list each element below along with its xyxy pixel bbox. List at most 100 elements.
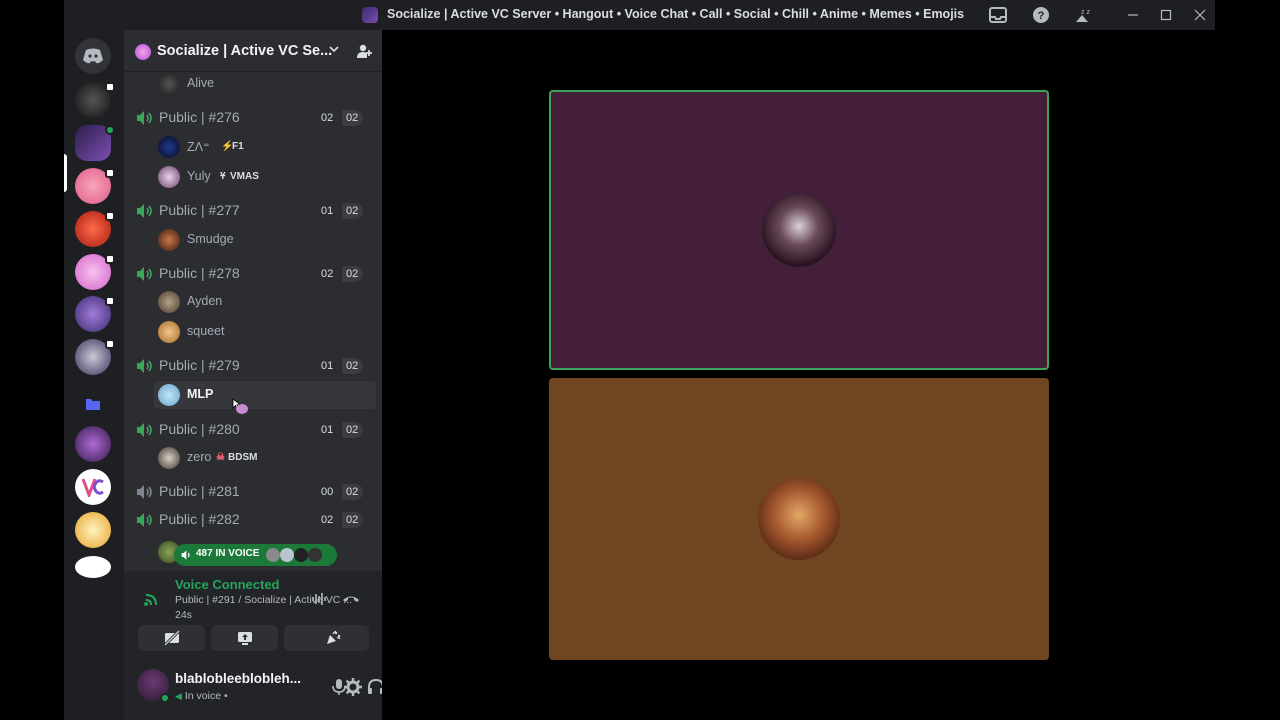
- server-list: [64, 30, 124, 720]
- cursor-highlight: [236, 404, 248, 414]
- member-tag: BDSM: [228, 452, 258, 463]
- user-limit: 02: [342, 266, 364, 282]
- folder-icon[interactable]: [75, 386, 111, 422]
- participant-tile-speaking[interactable]: [549, 90, 1049, 370]
- soundboard-button[interactable]: [299, 625, 366, 651]
- share-screen-button[interactable]: [211, 625, 278, 651]
- server-icon-socialize[interactable]: [75, 125, 115, 161]
- server-icon[interactable]: [75, 296, 115, 332]
- server-icon[interactable]: [75, 168, 115, 204]
- guild-header[interactable]: Socialize | Active VC Se...: [124, 30, 382, 72]
- member-tag: F1: [232, 141, 244, 152]
- discord-window: Socialize | Active VC Server • Hangout •…: [64, 0, 1215, 720]
- voice-channel[interactable]: Public | #279 01 02: [132, 354, 372, 378]
- settings-button[interactable]: [341, 675, 365, 699]
- username[interactable]: blablobleeblobleh...: [175, 671, 301, 686]
- voice-member[interactable]: MLP: [154, 381, 376, 409]
- speaker-icon: [137, 111, 152, 125]
- member-name: Ayden: [187, 294, 223, 308]
- voice-member[interactable]: zero ☠ BDSM: [158, 444, 376, 472]
- server-icon[interactable]: [75, 211, 115, 247]
- participant-avatar: [758, 478, 840, 560]
- add-member-icon[interactable]: [355, 42, 373, 60]
- user-count: 01: [321, 205, 334, 217]
- server-icon[interactable]: [75, 339, 115, 375]
- user-limit: 02: [342, 203, 364, 219]
- voice-channel[interactable]: Public | #281 00 02: [132, 480, 372, 504]
- soundboard-icon: [326, 630, 341, 644]
- speaker-icon: [181, 550, 190, 560]
- user-count: 01: [321, 424, 334, 436]
- svg-text:z z: z z: [1081, 9, 1090, 16]
- avatar: [158, 136, 180, 158]
- user-limit: 02: [342, 422, 364, 438]
- avatar: [158, 447, 180, 469]
- voice-member[interactable]: ZΛ⁼ ⚡ F1: [158, 133, 376, 161]
- title-bar: Socialize | Active VC Server • Hangout •…: [64, 0, 1215, 30]
- user-count: 02: [321, 268, 334, 280]
- voice-member[interactable]: squeet: [158, 318, 376, 346]
- participant-avatar: [762, 193, 836, 267]
- member-name: Yuly: [187, 169, 211, 183]
- user-limit: 02: [342, 484, 364, 500]
- user-count: 02: [321, 514, 334, 526]
- voice-member[interactable]: Smudge: [158, 226, 376, 254]
- channel-name: Public | #279: [159, 357, 240, 373]
- avatar: [158, 229, 180, 251]
- minimize-icon[interactable]: [1122, 5, 1144, 25]
- camera-off-button[interactable]: [138, 625, 205, 651]
- guild-badge-icon: [135, 44, 151, 60]
- speaker-icon: [137, 423, 152, 437]
- signal-icon[interactable]: [144, 591, 160, 607]
- user-activity: ◀ In voice •: [175, 690, 228, 702]
- guild-tag-icon: Ұ: [220, 171, 226, 182]
- voice-channel[interactable]: Public | #277 01 02: [132, 199, 372, 223]
- voice-member[interactable]: Yuly Ұ VMAS: [158, 163, 376, 191]
- server-icon-reddit[interactable]: [75, 556, 111, 578]
- server-icon: [362, 7, 378, 23]
- voice-member[interactable]: Ayden: [158, 288, 376, 316]
- gear-icon: [344, 678, 362, 696]
- channel-name: Public | #281: [159, 483, 240, 499]
- user-count: 00: [321, 486, 334, 498]
- discord-home-icon[interactable]: [75, 38, 111, 74]
- member-name: ZΛ⁼: [187, 140, 210, 154]
- noise-suppression-icon[interactable]: [311, 591, 327, 607]
- server-icon[interactable]: [75, 512, 111, 548]
- online-status-icon: [160, 693, 170, 703]
- inbox-icon[interactable]: [987, 5, 1009, 25]
- avatar: [158, 166, 180, 188]
- avatar: [158, 73, 180, 95]
- voice-member[interactable]: Alive: [158, 70, 376, 98]
- chevron-down-icon[interactable]: [329, 41, 339, 56]
- user-count: 02: [321, 112, 334, 124]
- in-voice-count: 487 IN VOICE: [196, 548, 260, 559]
- in-voice-pill[interactable]: 487 IN VOICE: [174, 544, 337, 566]
- disconnect-icon[interactable]: [342, 591, 360, 607]
- sleep-icon[interactable]: z z: [1071, 5, 1093, 25]
- help-icon[interactable]: ?: [1030, 5, 1052, 25]
- avatar: [158, 291, 180, 313]
- maximize-icon[interactable]: [1155, 5, 1177, 25]
- user-limit: 02: [342, 110, 364, 126]
- server-icon-vc[interactable]: [75, 469, 111, 505]
- avatar: [266, 548, 280, 562]
- speaker-icon: [137, 267, 152, 281]
- participant-tile[interactable]: [549, 378, 1049, 660]
- server-icon[interactable]: [75, 426, 111, 462]
- voice-channel[interactable]: Public | #280 01 02: [132, 418, 372, 442]
- member-name: Alive: [187, 76, 215, 90]
- voice-stage: [382, 30, 1215, 720]
- voice-status[interactable]: Voice Connected: [175, 577, 280, 592]
- voice-channel[interactable]: Public | #276 02 02: [132, 106, 372, 130]
- close-icon[interactable]: [1189, 5, 1211, 25]
- server-icon[interactable]: [75, 254, 115, 290]
- server-icon[interactable]: [75, 82, 115, 118]
- voice-channel[interactable]: Public | #282 02 02: [132, 508, 372, 532]
- channel-name: Public | #280: [159, 421, 240, 437]
- user-count: 01: [321, 360, 334, 372]
- speaker-icon: [137, 204, 152, 218]
- speaker-icon: [137, 359, 152, 373]
- avatar: [294, 548, 308, 562]
- voice-channel[interactable]: Public | #278 02 02: [132, 262, 372, 286]
